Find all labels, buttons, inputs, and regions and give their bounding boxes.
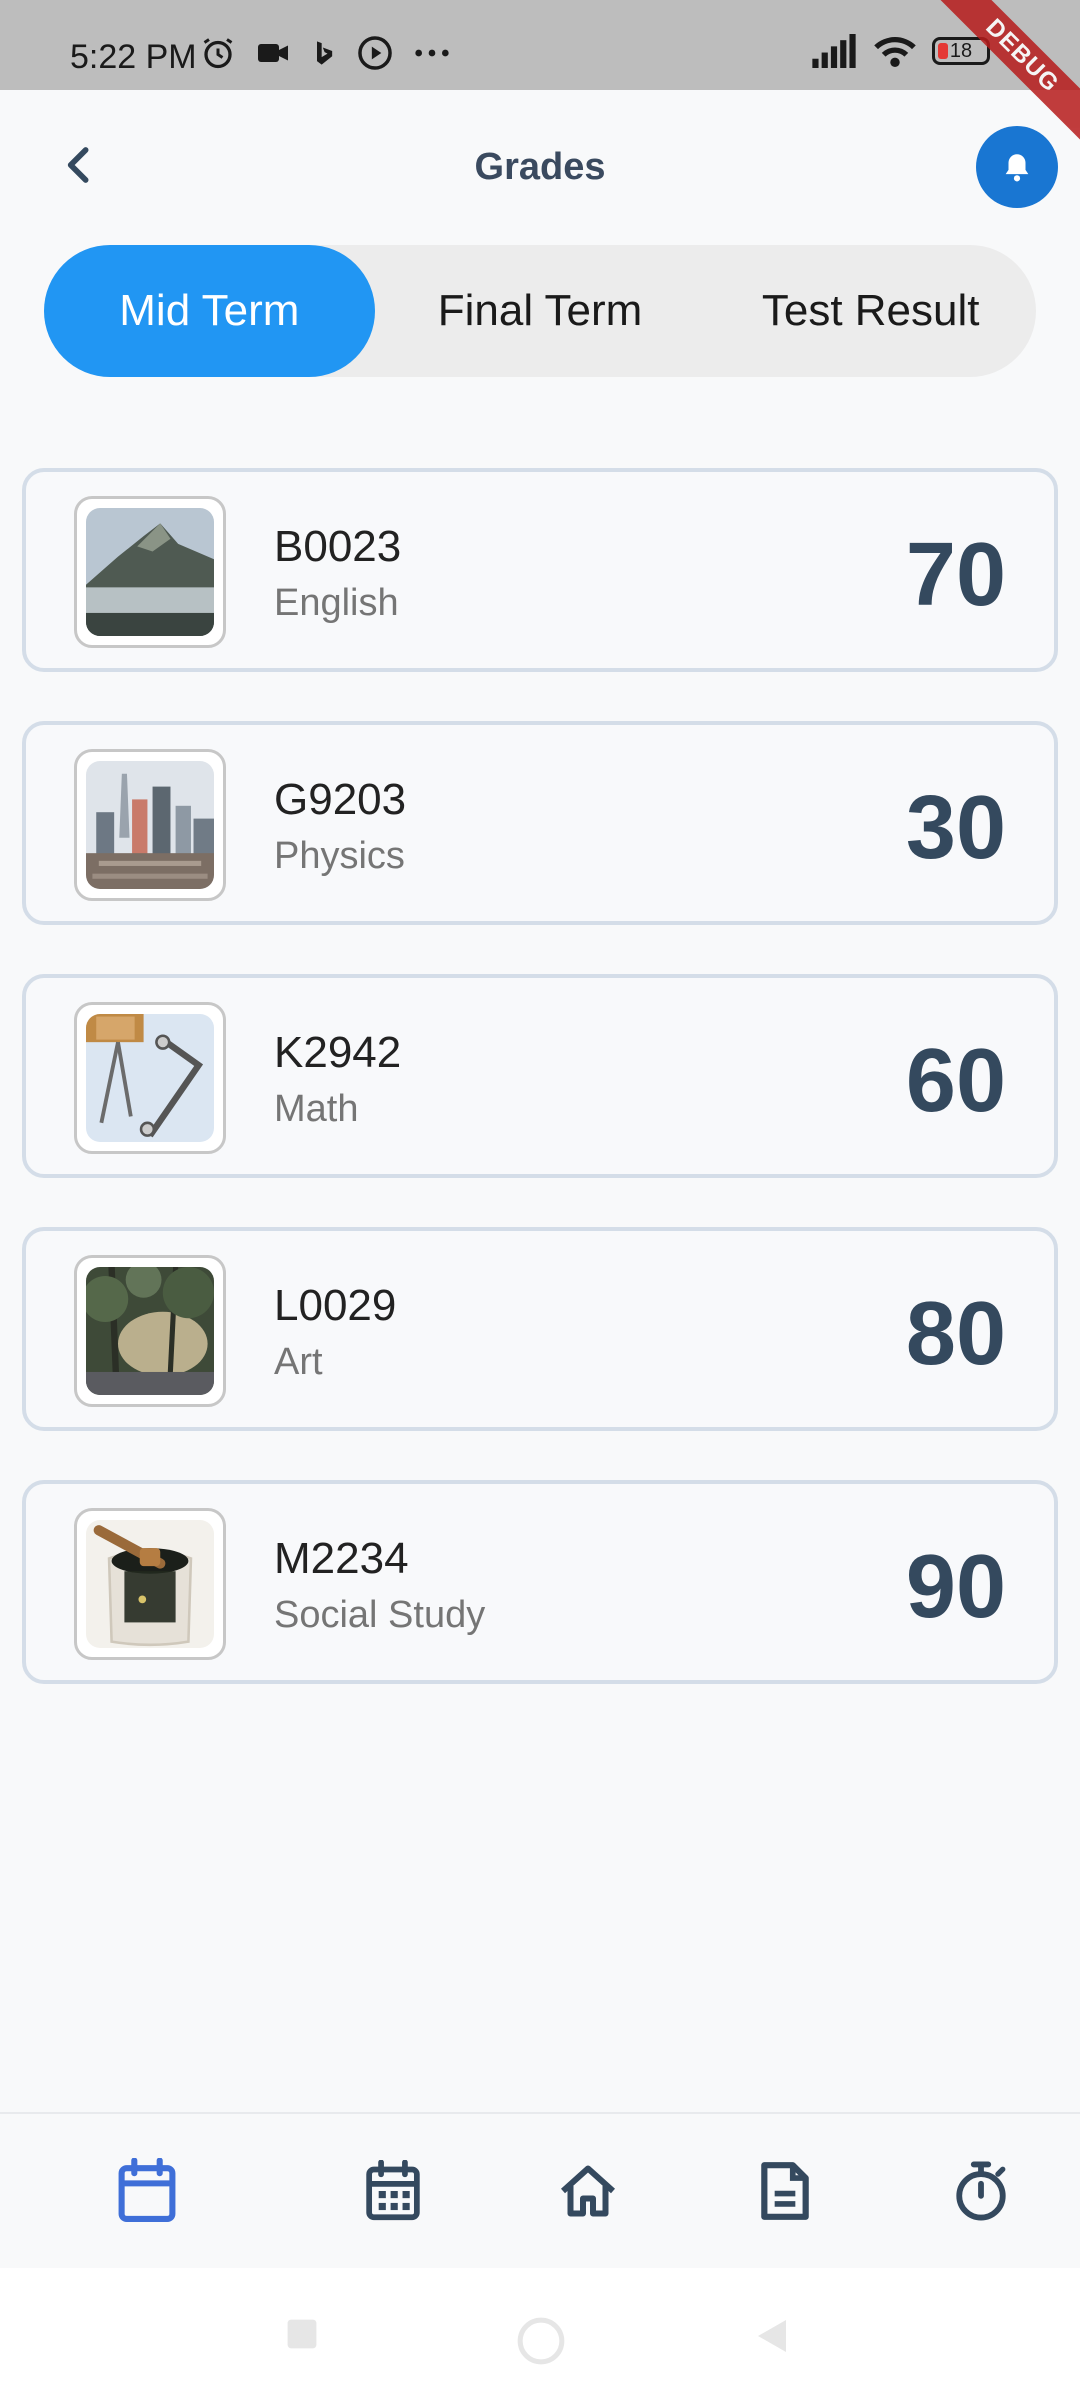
nav-documents[interactable] [750,2156,820,2226]
grade-subject: Math [274,1088,359,1130]
calendar-blank-icon [118,2158,176,2222]
square-icon [287,2319,317,2349]
term-tab-bar: Mid Term Final Term Test Result [44,245,1036,377]
grade-score: 80 [905,1284,1006,1384]
document-icon [761,2162,809,2220]
grade-code: G9203 [274,775,407,824]
grade-score: 90 [905,1537,1006,1637]
grade-card[interactable]: L0029 Art 80 [22,1227,1058,1431]
grade-score: 30 [905,778,1006,878]
subject-thumbnail [74,749,226,901]
system-navigation-bar [0,2268,1080,2400]
subject-thumbnail [74,496,226,648]
battery-icon: 18 [932,37,990,65]
forest-photo [86,1267,214,1395]
calendar-grid-icon [366,2160,420,2221]
wifi-icon [874,37,916,68]
battery-level: 18 [949,39,973,62]
grade-subject: Social Study [274,1594,486,1636]
grade-subject: English [274,582,399,624]
subject-thumbnail [74,1255,226,1407]
circle-icon [517,2317,565,2365]
video-icon [258,44,288,62]
grade-card[interactable]: K2942 Math 60 [22,974,1058,1178]
grade-card[interactable]: M2234 Social Study 90 [22,1480,1058,1684]
grade-code: L0029 [274,1281,397,1330]
home-system-button[interactable] [516,2316,566,2371]
nav-home[interactable] [553,2156,623,2226]
grade-code: M2234 [274,1534,409,1583]
grade-list: B0023 English 70 G9203 Physics 30 K2942 … [22,468,1058,1733]
grade-subject: Physics [274,835,405,877]
honey-photo [86,1520,214,1648]
bell-icon [1005,154,1029,182]
grade-code: K2942 [274,1028,402,1077]
grade-score: 60 [905,1031,1006,1131]
back-system-button[interactable] [752,2316,792,2361]
signal-icon [812,34,856,68]
alarm-icon [203,38,233,69]
mountain-photo [86,508,214,636]
play-circle-icon [358,36,392,70]
tab-test-result[interactable]: Test Result [705,245,1036,377]
grade-subject: Art [274,1341,323,1383]
home-icon [560,2165,616,2217]
bottom-navigation [0,2112,1080,2269]
grade-card[interactable]: B0023 English 70 [22,468,1058,672]
notification-button[interactable] [976,126,1058,208]
grade-score: 70 [905,525,1006,625]
subject-thumbnail [74,1002,226,1154]
triangle-back-icon [758,2320,786,2352]
subject-thumbnail [74,1508,226,1660]
app-bar: Grades [0,90,1080,245]
tab-final-term[interactable]: Final Term [375,245,706,377]
nav-calendar-blank[interactable] [112,2156,182,2226]
nav-schedule[interactable] [358,2156,428,2226]
timer-icon [956,2161,1006,2221]
more-dots-icon [415,49,449,57]
glass-photo [86,1014,214,1142]
tab-mid-term[interactable]: Mid Term [44,245,375,377]
recent-apps-button[interactable] [284,2316,320,2357]
grade-code: B0023 [274,522,402,571]
city-photo [86,761,214,889]
page-title: Grades [474,146,606,188]
status-time: 5:22 PM [70,38,197,76]
nav-timer[interactable] [946,2156,1016,2226]
status-bar: 5:22 PM 18 DEBUG [0,0,1080,147]
grade-card[interactable]: G9203 Physics 30 [22,721,1058,925]
bing-icon [317,41,333,65]
